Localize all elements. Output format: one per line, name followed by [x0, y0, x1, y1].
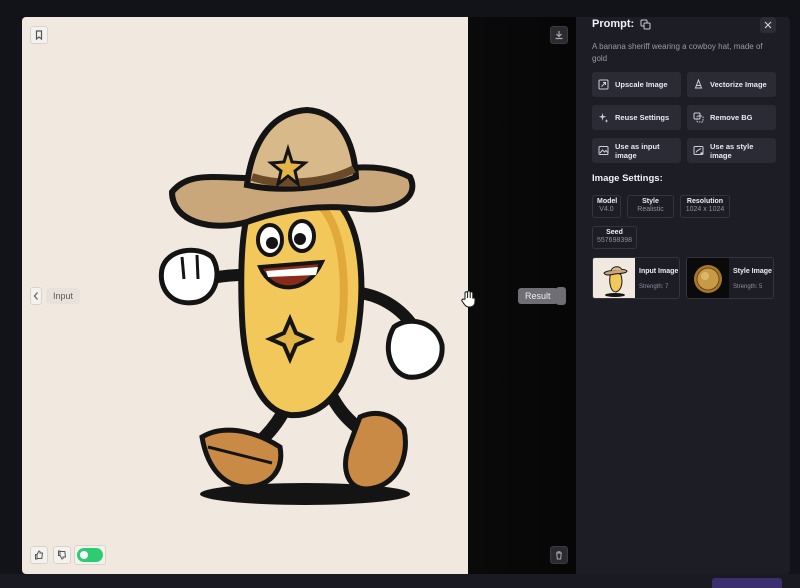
background-accent [712, 578, 782, 588]
like-button[interactable] [30, 546, 48, 564]
comparison-viewer[interactable]: Input Result [22, 17, 576, 574]
use-as-input-image-label: Use as input image [615, 141, 660, 160]
download-icon [555, 31, 563, 40]
setting-seed-key: Seed [606, 229, 623, 236]
remove-bg-button[interactable]: Remove BG [687, 105, 776, 130]
setting-style-key: Style [642, 198, 659, 205]
setting-model: Model V4.0 [592, 195, 621, 218]
vectorize-image-label: Vectorize Image [710, 80, 767, 89]
image-style-icon [693, 146, 704, 155]
result-label: Result [518, 288, 558, 304]
chevron-left-icon [33, 292, 38, 300]
upscale-image-button[interactable]: Upscale Image [592, 72, 681, 97]
reuse-settings-label: Reuse Settings [615, 113, 670, 122]
input-side-chevron[interactable] [30, 287, 42, 305]
style-image-thumbnail [687, 258, 729, 298]
setting-style: Style Realistic [627, 195, 674, 218]
comparison-slider-handle[interactable] [460, 289, 476, 309]
input-image-thumbnail [593, 258, 635, 298]
input-image-strength: Strength: 7 [639, 284, 669, 290]
toggle-knob [80, 551, 88, 559]
hand-cursor-icon [461, 290, 476, 308]
use-as-input-image-button[interactable]: Use as input image [592, 138, 681, 163]
image-detail-modal: Input Result Prompt: A banana sheriff we… [22, 17, 790, 574]
bookmark-button[interactable] [30, 26, 48, 44]
style-image-strength: Strength: 5 [733, 284, 763, 290]
details-sidebar: Prompt: A banana sheriff wearing a cowbo… [576, 17, 790, 574]
style-image-reference[interactable]: Style Image Strength: 5 [686, 257, 774, 299]
use-as-style-image-label: Use as style image [710, 141, 754, 160]
reuse-settings-button[interactable]: Reuse Settings [592, 105, 681, 130]
setting-resolution: Resolution 1024 x 1024 [680, 195, 730, 218]
delete-button[interactable] [550, 546, 568, 564]
remove-bg-label: Remove BG [710, 113, 753, 122]
upscale-icon [598, 79, 609, 90]
setting-resolution-key: Resolution [686, 198, 724, 205]
input-image-reference[interactable]: Input Image Strength: 7 [592, 257, 680, 299]
setting-seed-value: 557698398 [597, 237, 633, 244]
background-strip [0, 574, 800, 588]
image-input-icon [598, 146, 609, 155]
setting-model-value: V4.0 [599, 206, 614, 213]
input-image-label: Input Image [639, 268, 679, 275]
thumbs-up-icon [35, 550, 44, 560]
setting-resolution-value: 1024 x 1024 [685, 206, 725, 213]
remove-bg-icon [693, 112, 704, 123]
action-buttons: Upscale Image Vectorize Image Reuse Sett… [592, 72, 776, 163]
style-image-label: Style Image [733, 268, 772, 275]
vectorize-image-button[interactable]: Vectorize Image [687, 72, 776, 97]
prompt-text: A banana sheriff wearing a cowboy hat, m… [592, 42, 763, 63]
banana-sheriff-image [158, 106, 445, 505]
input-label: Input [46, 288, 81, 304]
close-icon [764, 21, 772, 29]
prompt-title: Prompt: [592, 18, 635, 30]
result-side-handle[interactable] [556, 287, 566, 305]
vectorize-icon [694, 79, 703, 89]
close-button[interactable] [760, 17, 776, 33]
setting-style-value: Realistic [637, 206, 664, 213]
prompt-header: Prompt: [592, 18, 651, 30]
trash-icon [556, 551, 562, 560]
upscale-image-label: Upscale Image [615, 80, 668, 89]
image-settings-title: Image Settings: [592, 173, 663, 184]
copy-icon[interactable] [640, 19, 651, 30]
public-toggle[interactable] [77, 548, 103, 562]
input-image-pane [22, 17, 468, 574]
bookmark-icon [35, 30, 43, 40]
dislike-button[interactable] [53, 546, 71, 564]
sparkle-icon [598, 113, 609, 123]
thumbs-down-icon [58, 550, 67, 560]
use-as-style-image-button[interactable]: Use as style image [687, 138, 776, 163]
setting-seed: Seed 557698398 [592, 226, 637, 249]
setting-model-key: Model [597, 198, 618, 205]
download-button[interactable] [550, 26, 568, 44]
